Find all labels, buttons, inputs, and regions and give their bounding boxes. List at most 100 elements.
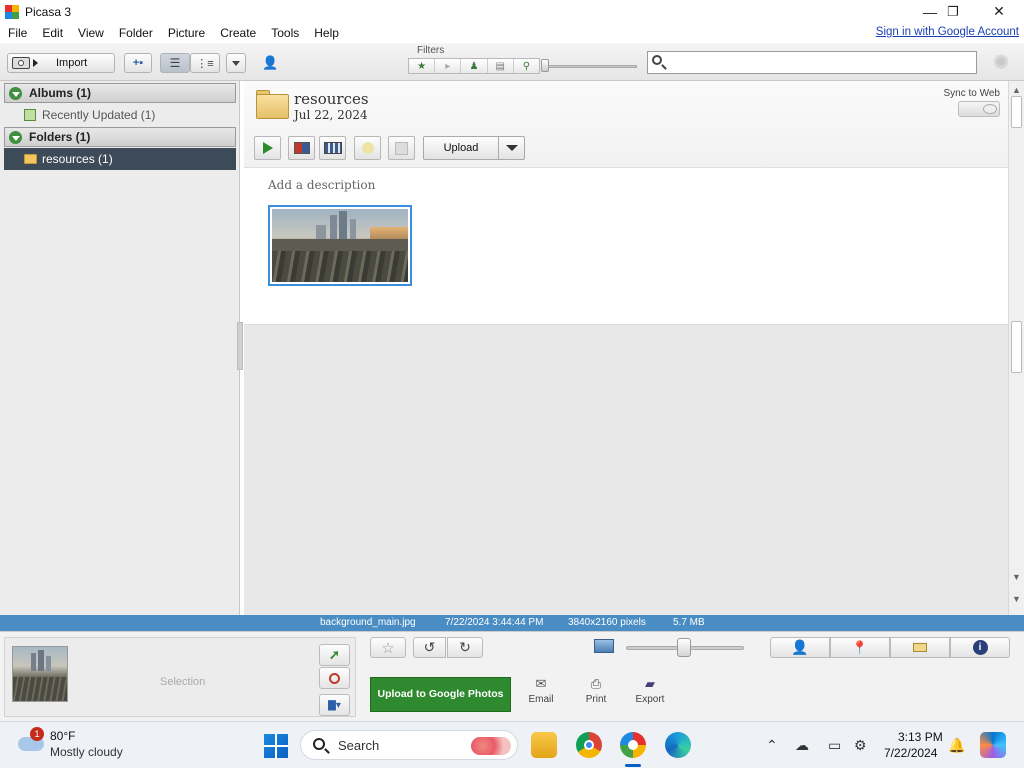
clock-date[interactable]: 7/22/2024	[884, 746, 937, 760]
uploaded-filter-icon[interactable]: ▤	[488, 59, 514, 73]
upload-button[interactable]: Upload	[423, 136, 499, 160]
menu-view[interactable]: View	[70, 26, 111, 40]
file-explorer-icon[interactable]	[531, 732, 557, 758]
panel-splitter[interactable]	[237, 322, 243, 370]
photo-filename: background_main.jpg	[320, 617, 416, 628]
menu-file[interactable]: File	[0, 26, 34, 40]
weather-alert-badge: 1	[30, 727, 44, 741]
places-button[interactable]: 📍	[830, 637, 890, 658]
notification-bell-icon[interactable]: 🔔	[948, 737, 965, 754]
tags-button[interactable]	[890, 637, 950, 658]
menu-tools[interactable]: Tools	[263, 26, 306, 40]
folder-label: resources (1)	[42, 152, 113, 166]
save-disabled-button[interactable]	[388, 136, 415, 160]
maximize-button[interactable]: ❐	[930, 0, 976, 23]
menu-picture[interactable]: Picture	[160, 26, 212, 40]
menu-help[interactable]: Help	[306, 26, 346, 40]
close-button[interactable]: ✕	[976, 0, 1022, 23]
scroll-thumb[interactable]	[1011, 321, 1022, 373]
picasa-taskbar-icon[interactable]	[620, 732, 646, 758]
menu-create[interactable]: Create	[212, 26, 263, 40]
geotag-filter-icon[interactable]: ⚲	[514, 59, 539, 73]
slideshow-button[interactable]	[254, 136, 281, 160]
email-button[interactable]: ✉ Email	[521, 676, 561, 705]
start-button[interactable]	[264, 734, 288, 758]
folder-item-resources[interactable]: resources (1)	[4, 148, 236, 170]
photo-tray: Selection ➚ ▇▾ ☆ ↺ ↻ 👤 📍 i Upload to Goo…	[0, 631, 1024, 721]
chevron-up-icon[interactable]: ⌃	[766, 737, 778, 754]
filters-label: Filters	[417, 45, 445, 56]
print-button[interactable]: ⎙ Print	[576, 676, 616, 705]
activity-spinner-icon: ✺	[992, 52, 1010, 74]
email-icon: ✉	[535, 676, 547, 691]
copilot-icon[interactable]	[980, 732, 1006, 758]
rotate-left-button[interactable]: ↺	[413, 637, 446, 658]
tree-view-icon: ⋮≡	[196, 57, 214, 70]
chrome-icon[interactable]	[576, 732, 602, 758]
star-button[interactable]: ☆	[370, 637, 406, 658]
vertical-scrollbar[interactable]: ▲ ▼ ▼	[1008, 81, 1024, 615]
sign-in-link[interactable]: Sign in with Google Account	[876, 26, 1019, 38]
folder-name[interactable]: resources	[294, 90, 369, 108]
taskbar-search[interactable]: Search	[300, 730, 518, 760]
search-input[interactable]	[670, 54, 970, 71]
photo-dimensions: 3840x2160 pixels	[568, 617, 646, 628]
album-recently-updated[interactable]: Recently Updated (1)	[4, 104, 236, 126]
faces-filter-icon[interactable]: ♟	[461, 59, 488, 73]
hold-pin-icon: ➚	[329, 647, 340, 662]
edge-icon[interactable]	[665, 732, 691, 758]
rotate-right-button[interactable]: ↻	[447, 637, 483, 658]
collapse-toggle-icon[interactable]	[9, 87, 22, 100]
scroll-bottom-arrow-icon[interactable]: ▼	[1011, 593, 1022, 606]
weather-temperature: 80°F	[50, 729, 76, 743]
selected-photo-thumbnail[interactable]	[12, 646, 68, 702]
movie-button[interactable]	[319, 136, 346, 160]
info-button[interactable]: i	[950, 637, 1010, 658]
list-view-icon: ☰	[169, 56, 181, 70]
collage-button[interactable]	[288, 136, 315, 160]
view-dropdown-button[interactable]	[226, 53, 246, 73]
photo-thumbnail-selected[interactable]	[268, 205, 412, 286]
scroll-top-thumb[interactable]	[1011, 96, 1022, 128]
tree-view-button[interactable]: ⋮≡	[190, 53, 220, 73]
play-arrow-icon	[33, 59, 38, 67]
cloud-offline-icon[interactable]: ☁	[795, 737, 809, 754]
photo-filesize: 5.7 MB	[673, 617, 705, 628]
network-icon[interactable]: ⚙	[854, 737, 867, 754]
folders-header[interactable]: Folders (1)	[4, 127, 236, 147]
clock-time[interactable]: 3:13 PM	[898, 730, 943, 744]
scroll-down-arrow-icon[interactable]: ▼	[1011, 571, 1022, 584]
collapse-toggle-icon[interactable]	[9, 131, 22, 144]
menu-edit[interactable]: Edit	[34, 26, 70, 40]
starred-filter-icon[interactable]: ★	[409, 59, 436, 73]
folder-date[interactable]: Jul 22, 2024	[294, 108, 368, 122]
add-to-album-button[interactable]: ▇▾	[319, 694, 350, 716]
clear-selection-button[interactable]	[319, 667, 350, 689]
add-description-field[interactable]: Add a description	[268, 178, 375, 192]
weather-description: Mostly cloudy	[50, 745, 123, 759]
rotate-right-icon: ↻	[459, 639, 471, 655]
active-app-indicator	[625, 764, 641, 767]
import-button[interactable]: Import	[7, 53, 115, 73]
export-button[interactable]: ▰ Export	[630, 676, 670, 705]
zoom-photos-icon	[594, 639, 614, 653]
geotag-button[interactable]	[354, 136, 381, 160]
hold-button[interactable]: ➚	[319, 644, 350, 666]
new-album-button[interactable]: +▪	[124, 53, 152, 73]
date-filter-slider-knob[interactable]	[541, 59, 549, 72]
upload-to-google-photos-button[interactable]: Upload to Google Photos	[370, 677, 511, 712]
menu-folder[interactable]: Folder	[111, 26, 160, 40]
flat-view-button[interactable]: ☰	[160, 53, 190, 73]
people-button[interactable]: 👤	[770, 637, 830, 658]
sync-to-web-toggle[interactable]	[958, 101, 1000, 117]
albums-header[interactable]: Albums (1)	[4, 83, 236, 103]
email-label: Email	[528, 694, 554, 705]
date-filter-slider[interactable]	[545, 65, 637, 68]
thumbnail-size-knob[interactable]	[677, 638, 691, 657]
weather-widget[interactable]: 1 80°F Mostly cloudy	[0, 722, 140, 768]
video-filter-icon[interactable]: ▸	[435, 59, 462, 73]
search-icon	[313, 738, 325, 750]
upload-dropdown-button[interactable]	[498, 136, 525, 160]
search-box[interactable]	[647, 51, 977, 74]
display-icon[interactable]: ▭	[828, 737, 841, 754]
